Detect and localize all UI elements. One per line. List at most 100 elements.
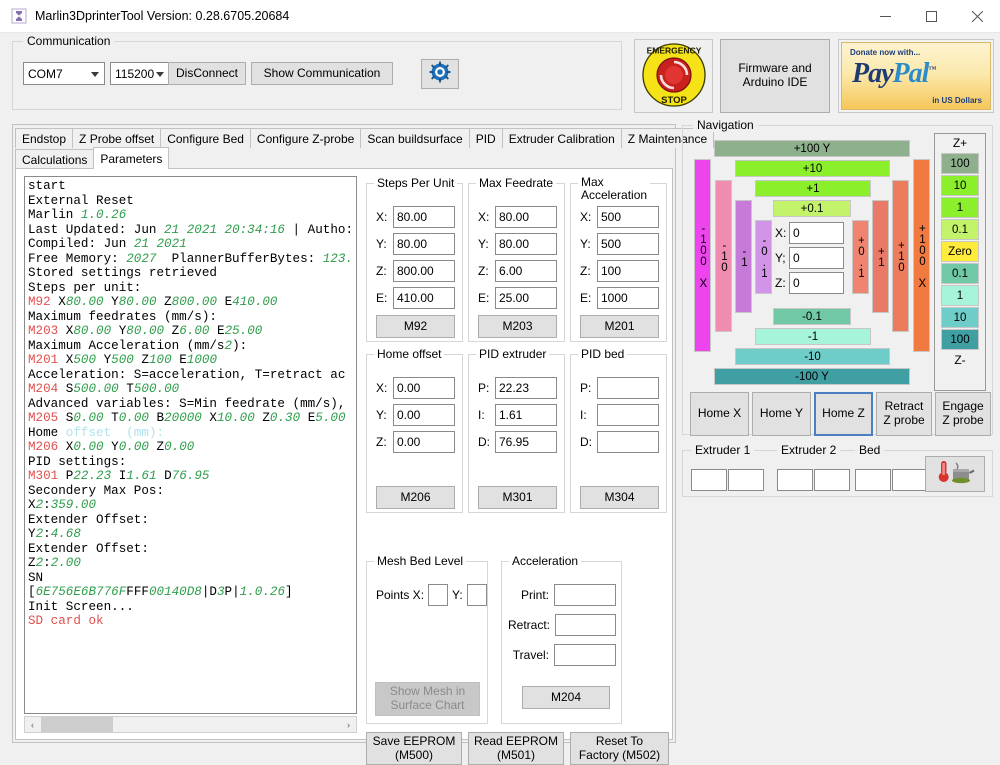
emergency-stop-button[interactable]: EMERGENCY STOP [634, 39, 713, 113]
engage-z-probe-button[interactable]: Engage Z probe [935, 392, 991, 436]
nav-x-minus-100-button[interactable]: -100 X [694, 159, 711, 352]
m92-button[interactable]: M92 [376, 315, 455, 338]
accel-print-input[interactable] [554, 584, 616, 606]
feedrate-x-input[interactable]: 80.00 [495, 206, 557, 228]
reset-to-factory-button[interactable]: Reset To Factory (M502) [570, 732, 669, 765]
accel-y-input[interactable]: 500 [597, 233, 659, 255]
nav-x-plus-10-button[interactable]: +10 [892, 180, 909, 332]
nav-x-plus-1-button[interactable]: +1 [872, 200, 889, 313]
nav-x-minus-10-button[interactable]: -10 [715, 180, 732, 332]
scroll-right-arrow-icon[interactable]: › [341, 717, 356, 732]
tab-configure-bed[interactable]: Configure Bed [160, 128, 251, 148]
steps-x-input[interactable]: 80.00 [393, 206, 455, 228]
m204-button[interactable]: M204 [522, 686, 610, 709]
show-mesh-surface-chart-button[interactable]: Show Mesh in Surface Chart [375, 682, 480, 716]
com-port-select[interactable]: COM7 [23, 62, 105, 85]
z-minus-10-button[interactable]: 10 [941, 307, 979, 328]
nav-y-minus-1-button[interactable]: -1 [755, 328, 871, 345]
tab-pid[interactable]: PID [469, 128, 503, 148]
baud-rate-select[interactable]: 115200 [110, 62, 170, 85]
steps-y-input[interactable]: 80.00 [393, 233, 455, 255]
extruder1-current-temp-input[interactable] [691, 469, 727, 491]
feedrate-z-input[interactable]: 6.00 [495, 260, 557, 282]
accel-e-input[interactable]: 1000 [597, 287, 659, 309]
extruder2-target-temp-input[interactable] [814, 469, 850, 491]
pid-bed-i-input[interactable] [597, 404, 659, 426]
z-zero-button[interactable]: Zero [941, 241, 979, 262]
mesh-points-y-input[interactable] [467, 584, 487, 606]
z-minus-1-button[interactable]: 1 [941, 285, 979, 306]
z-minus-100-button[interactable]: 100 [941, 329, 979, 350]
m201-button[interactable]: M201 [580, 315, 659, 338]
communication-settings-button[interactable] [421, 59, 459, 89]
home-offset-z-input[interactable]: 0.00 [393, 431, 455, 453]
retract-z-probe-button[interactable]: Retract Z probe [876, 392, 932, 436]
close-button[interactable] [954, 0, 1000, 33]
steps-e-input[interactable]: 410.00 [393, 287, 455, 309]
nav-x-minus-1-button[interactable]: -1 [735, 200, 752, 313]
nav-y-plus-100-button[interactable]: +100 Y [714, 140, 910, 157]
z-plus-100-button[interactable]: 100 [941, 153, 979, 174]
set-temperature-button[interactable] [925, 456, 985, 492]
pid-bed-d-input[interactable] [597, 431, 659, 453]
scrollbar-track[interactable] [40, 717, 341, 732]
pid-extruder-d-input[interactable]: 76.95 [495, 431, 557, 453]
z-minus-0.1-button[interactable]: 0.1 [941, 263, 979, 284]
nav-y-plus-10-button[interactable]: +10 [735, 160, 890, 177]
home-z-button[interactable]: Home Z [814, 392, 873, 436]
pid-extruder-p-input[interactable]: 22.23 [495, 377, 557, 399]
minimize-button[interactable] [862, 0, 908, 33]
z-plus-10-button[interactable]: 10 [941, 175, 979, 196]
m206-button[interactable]: M206 [376, 486, 455, 509]
z-plus-1-button[interactable]: 1 [941, 197, 979, 218]
tab-scan-buildsurface[interactable]: Scan buildsurface [360, 128, 469, 148]
m203-button[interactable]: M203 [478, 315, 557, 338]
nav-y-plus-0.1-button[interactable]: +0.1 [773, 200, 851, 217]
accel-z-input[interactable]: 100 [597, 260, 659, 282]
tab-z-probe-offset[interactable]: Z Probe offset [72, 128, 161, 148]
extruder1-target-temp-input[interactable] [728, 469, 764, 491]
m301-button[interactable]: M301 [478, 486, 557, 509]
steps-z-input[interactable]: 800.00 [393, 260, 455, 282]
bed-target-temp-input[interactable] [892, 469, 928, 491]
m304-button[interactable]: M304 [580, 486, 659, 509]
pid-bed-p-input[interactable] [597, 377, 659, 399]
tab-configure-z-probe[interactable]: Configure Z-probe [250, 128, 361, 148]
console-horizontal-scrollbar[interactable]: ‹ › [24, 716, 357, 733]
home-y-button[interactable]: Home Y [752, 392, 811, 436]
extruder2-current-temp-input[interactable] [777, 469, 813, 491]
accel-travel-input[interactable] [554, 644, 616, 666]
nav-y-minus-100-button[interactable]: -100 Y [714, 368, 910, 385]
scroll-left-arrow-icon[interactable]: ‹ [25, 717, 40, 732]
save-eeprom-button[interactable]: Save EEPROM (M500) [366, 732, 462, 765]
console-output-panel[interactable]: startExternal ResetMarlin 1.0.26Last Upd… [24, 176, 357, 714]
nav-x-input[interactable]: 0 [789, 222, 844, 244]
nav-y-minus-10-button[interactable]: -10 [735, 348, 890, 365]
tab-parameters[interactable]: Parameters [93, 147, 169, 169]
nav-x-plus-0.1-button[interactable]: +0.1 [852, 220, 869, 294]
nav-x-plus-100-button[interactable]: +100 X [913, 159, 930, 352]
accel-retract-input[interactable] [555, 614, 616, 636]
disconnect-button[interactable]: DisConnect [168, 62, 246, 85]
nav-y-minus-0.1-button[interactable]: -0.1 [773, 308, 851, 325]
pid-extruder-i-input[interactable]: 1.61 [495, 404, 557, 426]
nav-x-minus-0.1-button[interactable]: -0.1 [755, 220, 772, 294]
home-offset-y-input[interactable]: 0.00 [393, 404, 455, 426]
tab-calculations[interactable]: Calculations [15, 149, 94, 169]
mesh-points-x-input[interactable] [428, 584, 448, 606]
home-x-button[interactable]: Home X [690, 392, 749, 436]
accel-x-input[interactable]: 500 [597, 206, 659, 228]
home-offset-x-input[interactable]: 0.00 [393, 377, 455, 399]
tab-extruder-calibration[interactable]: Extruder Calibration [502, 128, 622, 148]
tab-endstop[interactable]: Endstop [15, 128, 73, 148]
feedrate-e-input[interactable]: 25.00 [495, 287, 557, 309]
nav-y-plus-1-button[interactable]: +1 [755, 180, 871, 197]
firmware-arduino-ide-button[interactable]: Firmware and Arduino IDE [720, 39, 830, 113]
show-communication-button[interactable]: Show Communication [251, 62, 393, 85]
paypal-donate-button[interactable]: Donate now with... PayPal™ in US Dollars [838, 39, 994, 113]
feedrate-y-input[interactable]: 80.00 [495, 233, 557, 255]
z-plus-0.1-button[interactable]: 0.1 [941, 219, 979, 240]
scrollbar-thumb[interactable] [41, 717, 113, 732]
maximize-button[interactable] [908, 0, 954, 33]
bed-current-temp-input[interactable] [855, 469, 891, 491]
